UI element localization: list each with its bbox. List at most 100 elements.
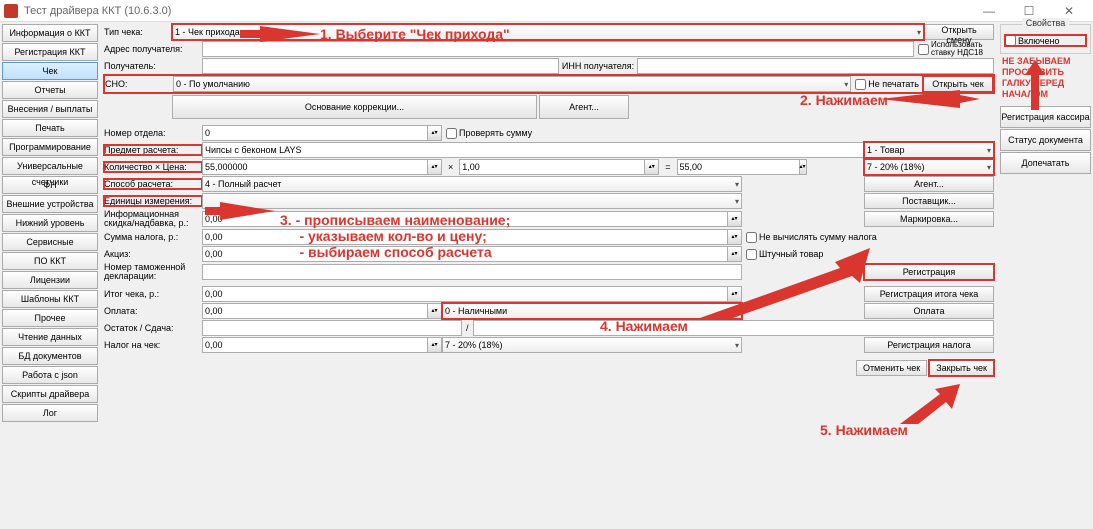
agent2-button[interactable]: Агент... — [864, 176, 994, 192]
spin-icon[interactable]: ▴▾ — [728, 211, 742, 227]
vklucheno-checkbox[interactable]: Включено — [1005, 35, 1086, 46]
sidebar-item-11[interactable]: Сервисные — [2, 233, 98, 251]
right-button-2[interactable]: Допечатать — [1000, 152, 1091, 174]
sidebar-item-2[interactable]: Чек — [2, 62, 98, 80]
nalog-type-select[interactable]: 7 - 20% (18%) — [442, 337, 742, 353]
sidebar-item-7[interactable]: Универсальные счетчики — [2, 157, 98, 175]
minimize-button[interactable]: — — [969, 0, 1009, 22]
summa-input[interactable] — [677, 159, 800, 175]
otkryt-smenu-button[interactable]: Открыть смену — [924, 24, 994, 40]
markirovka-button[interactable]: Маркировка... — [864, 211, 994, 227]
arrow-5-icon — [900, 384, 960, 424]
sidebar-right: Свойства Включено НЕ ЗАБЫВАЕМ ПРОСТАВИТЬ… — [998, 22, 1093, 529]
app-icon — [4, 4, 18, 18]
oplata-input[interactable] — [202, 303, 428, 319]
sidebar-item-5[interactable]: Печать — [2, 119, 98, 137]
nds-select[interactable]: 7 - 20% (18%) — [864, 159, 994, 175]
nds18-checkbox[interactable]: Использовать ставку НДС18 — [914, 41, 994, 57]
reg-naloga-button[interactable]: Регистрация налога — [864, 337, 994, 353]
sidebar-item-0[interactable]: Информация о ККТ — [2, 24, 98, 42]
sidebar-item-12[interactable]: ПО ККТ — [2, 252, 98, 270]
zakryt-chek-button[interactable]: Закрыть чек — [929, 360, 994, 376]
sidebar-item-18[interactable]: Работа с json — [2, 366, 98, 384]
sidebar-item-8[interactable]: ФН — [2, 176, 98, 194]
arrow-4-icon — [700, 248, 870, 318]
sdacha-input[interactable] — [473, 320, 994, 336]
annotation-1: 1. Выберите "Чек прихода" — [320, 26, 510, 42]
annotation-4: 4. Нажимаем — [600, 318, 688, 334]
right-button-1[interactable]: Статус документа — [1000, 129, 1091, 151]
agent-button[interactable]: Агент... — [539, 95, 629, 119]
registraciya-button[interactable]: Регистрация — [864, 264, 994, 280]
sposob-label: Способ расчета: — [104, 179, 202, 189]
sidebar-left: Информация о ККТРегистрация ККТЧекОтчеты… — [0, 22, 100, 529]
itog-label: Итог чека, р.: — [104, 289, 202, 299]
annotation-2: 2. Нажимаем — [800, 92, 888, 108]
sidebar-item-1[interactable]: Регистрация ККТ — [2, 43, 98, 61]
spin-icon[interactable]: ▴▾ — [428, 125, 442, 141]
x-symbol: × — [442, 162, 459, 172]
main-panel: 1. Выберите "Чек прихода" 2. Нажимаем 3.… — [100, 22, 998, 529]
window-title: Тест драйвера ККТ (10.6.3.0) — [24, 5, 969, 17]
titlebar: Тест драйвера ККТ (10.6.3.0) — ☐ ✕ — [0, 0, 1093, 22]
osnovanie-button[interactable]: Основание коррекции... — [172, 95, 537, 119]
otmenit-chek-button[interactable]: Отменить чек — [856, 360, 927, 376]
itog-input[interactable] — [202, 286, 728, 302]
inn-input[interactable] — [637, 58, 994, 74]
nalog-input[interactable] — [202, 337, 428, 353]
nomer-otdela-input[interactable] — [202, 125, 428, 141]
oplata-button[interactable]: Оплата — [864, 303, 994, 319]
sno-label: СНО: — [105, 79, 173, 89]
reg-itog-button[interactable]: Регистрация итога чека — [864, 286, 994, 302]
sidebar-item-4[interactable]: Внесения / выплаты — [2, 100, 98, 118]
ostatok-input[interactable] — [202, 320, 462, 336]
sidebar-item-17[interactable]: БД документов — [2, 347, 98, 365]
spin-icon[interactable]: ▴▾ — [428, 303, 442, 319]
akciz-label: Акциз: — [104, 249, 202, 259]
proveryat-summu-checkbox[interactable]: Проверять сумму — [442, 128, 532, 139]
cena-input[interactable] — [459, 159, 645, 175]
nomer-tamozh-input[interactable] — [202, 264, 742, 280]
sidebar-item-6[interactable]: Программирование — [2, 138, 98, 156]
sidebar-item-9[interactable]: Внешние устройства — [2, 195, 98, 213]
annotation-5: 5. Нажимаем — [820, 422, 908, 438]
edinicy-label: Единицы измерения: — [104, 196, 202, 206]
sposob-select[interactable]: 4 - Полный расчет — [202, 176, 742, 192]
arrow-3-icon — [205, 200, 275, 222]
summa-naloga-label: Сумма налога, р.: — [104, 232, 202, 242]
sidebar-item-14[interactable]: Шаблоны ККТ — [2, 290, 98, 308]
postavshik-button[interactable]: Поставщик... — [864, 193, 994, 209]
edinicy-select[interactable] — [202, 193, 742, 209]
sidebar-item-19[interactable]: Скрипты драйвера — [2, 385, 98, 403]
poluchatel-input[interactable] — [202, 58, 559, 74]
sidebar-item-3[interactable]: Отчеты — [2, 81, 98, 99]
poluchatel-label: Получатель: — [104, 61, 202, 71]
sidebar-item-20[interactable]: Лог — [2, 404, 98, 422]
predmet-type-select[interactable]: 1 - Товар — [864, 142, 994, 158]
tip-cheka-label: Тип чека: — [104, 27, 172, 37]
spin-icon[interactable]: ▴▾ — [728, 229, 742, 245]
ne-vychislyat-checkbox[interactable]: Не вычислять сумму налога — [742, 232, 877, 243]
skidka-label: Информационная скидка/надбавка, р.: — [104, 210, 202, 228]
spin-icon[interactable]: ▴▾ — [800, 159, 807, 175]
oplata-type-select[interactable]: 0 - Наличными — [442, 303, 742, 319]
nomer-otdela-label: Номер отдела: — [104, 128, 202, 138]
arrow-1-icon — [240, 24, 320, 44]
arrow-right-icon — [1020, 60, 1050, 110]
ostatok-label: Остаток / Сдача: — [104, 323, 202, 333]
sidebar-item-13[interactable]: Лицензии — [2, 271, 98, 289]
sno-select[interactable]: 0 - По умолчанию — [173, 76, 851, 92]
kolvo-input[interactable] — [202, 159, 428, 175]
spin-icon[interactable]: ▴▾ — [645, 159, 659, 175]
props-legend: Свойства — [1022, 18, 1070, 28]
sidebar-item-15[interactable]: Прочее — [2, 309, 98, 327]
spin-icon[interactable]: ▴▾ — [428, 337, 442, 353]
predmet-input[interactable] — [202, 142, 864, 158]
sidebar-item-16[interactable]: Чтение данных — [2, 328, 98, 346]
kolxcena-label: Количество × Цена: — [104, 162, 202, 172]
arrow-2-icon — [880, 88, 980, 110]
sidebar-item-10[interactable]: Нижний уровень — [2, 214, 98, 232]
predmet-label: Предмет расчета: — [104, 145, 202, 155]
eq-symbol: = — [659, 162, 676, 172]
spin-icon[interactable]: ▴▾ — [428, 159, 442, 175]
